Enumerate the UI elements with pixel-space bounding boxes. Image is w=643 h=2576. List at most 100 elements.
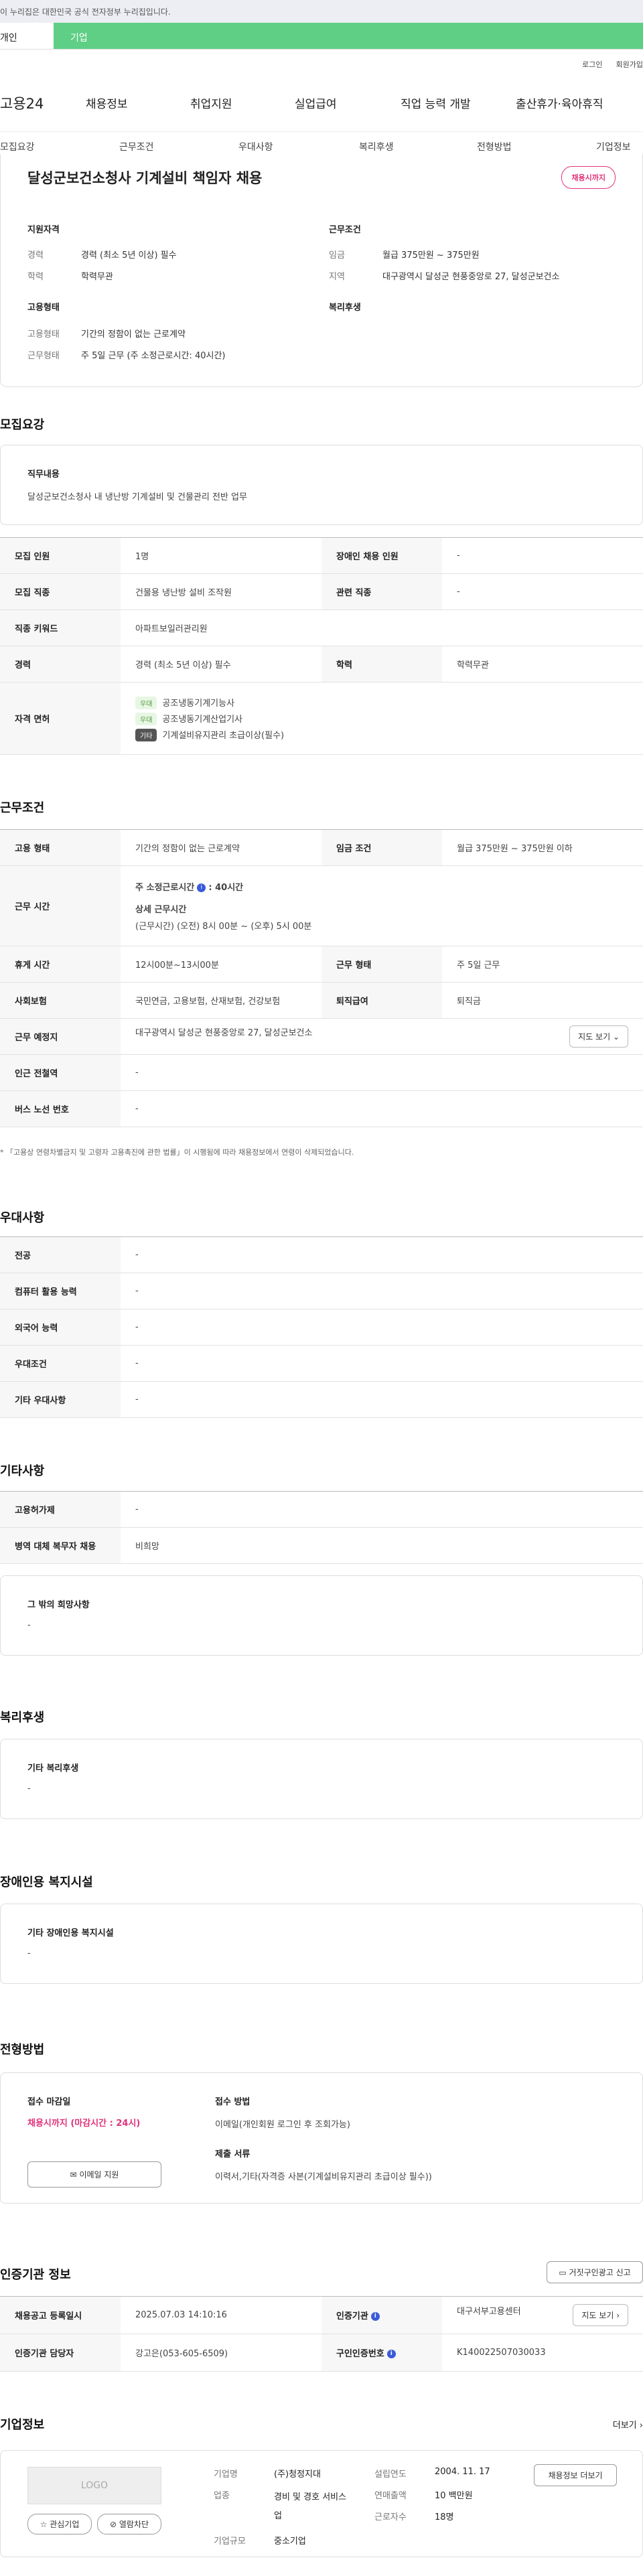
info-icon[interactable]: i — [370, 2312, 380, 2321]
docs-value: 이력서,기타(자격증 사본(기계설비유지관리 초급이상 필수)) — [215, 2172, 432, 2182]
map-button[interactable]: 지도 보기 ⌄ — [569, 1025, 628, 1048]
cell-key: 장애인 채용 인원 — [322, 537, 442, 574]
cell-key: 병역 대체 복무자 채용 — [0, 1527, 121, 1564]
info-icon[interactable]: i — [197, 883, 206, 892]
company-logo: LOGO — [27, 2467, 161, 2504]
info-icon[interactable]: i — [386, 2350, 396, 2358]
cell-value: - — [121, 1491, 643, 1528]
job-title: 달성군보건소청사 기계설비 책임자 채용 — [27, 170, 263, 186]
summary-welfare-heading: 복리후생 — [329, 303, 361, 313]
doc-icon: ▭ — [559, 2268, 567, 2277]
company-est-value: 2004. 11. 17 — [435, 2467, 490, 2477]
cell-value: 기간의 정함이 없는 근로계약 — [121, 829, 322, 866]
summary-worktype-key: 근무형태 — [27, 351, 60, 361]
method-heading: 접수 방법 — [215, 2097, 251, 2107]
cell-value: - — [121, 1090, 643, 1127]
email-apply-button[interactable]: ✉ 이메일 지원 — [27, 2161, 161, 2188]
gnb-item-leave[interactable]: 출산휴가·육아휴직 — [516, 94, 603, 111]
cell-value: 월급 375만원 ~ 375만원 이하 — [442, 829, 643, 866]
table-row: 전공 - — [0, 1236, 643, 1273]
cell-value: - — [121, 1236, 643, 1273]
cell-value: 강고은(053-605-6509) — [121, 2334, 322, 2372]
table-row: 근무 시간 주 소정근로시간 i : 40시간 상세 근무시간 (근무시간) (오… — [0, 865, 643, 946]
gnb-item-jobs[interactable]: 채용정보 — [86, 94, 128, 111]
gnb-item-support[interactable]: 취업지원 — [190, 94, 232, 111]
table-row: 경력 경력 (최소 5년 이상) 필수 학력 학력무관 — [0, 646, 643, 683]
subnav-pref[interactable]: 우대사항 — [238, 140, 273, 153]
cell-value: - — [442, 573, 643, 610]
welfare-box: 기타 복리후생 - — [0, 1739, 643, 1819]
company-size-value: 중소기업 — [274, 2536, 306, 2547]
cert-table: 채용공고 등록일시 2025.07.03 14:10:16 인증기관 i 대구서부… — [0, 2296, 643, 2372]
summary-wage-key: 임금 — [329, 251, 345, 261]
site-logo[interactable]: 고용24 — [0, 93, 44, 113]
cell-key: 채용공고 등록일시 — [0, 2296, 121, 2334]
cell-value: 학력무관 — [442, 646, 643, 683]
cert-map-button[interactable]: 지도 보기 › — [573, 2304, 628, 2326]
cell-key: 근무 예정지 — [0, 1018, 121, 1055]
cell-value: 비희망 — [121, 1527, 643, 1564]
duty-box: 직무내용 달성군보건소청사 내 냉난방 기계설비 및 건물관리 전반 업무 — [0, 445, 643, 525]
user-tabs: 개인 기업 — [0, 23, 643, 50]
block-company-button[interactable]: ⊘ 열람차단 — [97, 2514, 161, 2534]
pref-title: 우대사항 — [0, 1211, 45, 1225]
subnav-recruit[interactable]: 모집요강 — [0, 140, 35, 153]
cell-value: 12시00분~13시00분 — [121, 946, 322, 983]
gov-banner: 이 누리집은 대한민국 공식 전자정부 누리집입니다. — [0, 0, 643, 23]
table-row: 인근 전철역 - — [0, 1054, 643, 1091]
tab-org[interactable]: 기업 — [54, 23, 643, 49]
cell-value: - — [121, 1345, 643, 1382]
company-more-link[interactable]: 더보기 › — [613, 2418, 643, 2431]
tab-person[interactable]: 개인 — [0, 23, 54, 49]
subnav-company[interactable]: 기업정보 — [596, 140, 631, 153]
company-jobs-button[interactable]: 채용정보 더보기 — [534, 2464, 617, 2486]
star-icon: ☆ — [40, 2520, 48, 2529]
cell-key: 근무 형태 — [322, 946, 442, 983]
fav-company-button[interactable]: ☆ 관심기업 — [27, 2514, 92, 2534]
summary-edu-key: 학력 — [27, 272, 44, 282]
cell-key: 전공 — [0, 1236, 121, 1273]
cell-key: 경력 — [0, 646, 121, 683]
detail-heading: 상세 근무시간 — [135, 905, 187, 915]
table-row: 휴게 시간 12시00분~13시00분 근무 형태 주 5일 근무 — [0, 946, 643, 983]
table-row: 기타 우대사항 - — [0, 1381, 643, 1418]
disab-box: 기타 장애인용 복지시설 - — [0, 1904, 643, 1984]
summary-worktype-value: 주 5일 근무 (주 소정근로시간: 40시간) — [81, 351, 226, 361]
docs-heading: 제출 서류 — [215, 2149, 251, 2159]
subnav-welfare[interactable]: 복리후생 — [359, 140, 394, 153]
summary-edu-value: 학력무관 — [81, 272, 113, 282]
report-button[interactable]: ▭ 거짓구인광고 신고 — [547, 2261, 643, 2283]
join-link[interactable]: 회원가입 — [616, 59, 643, 70]
gnb-item-training[interactable]: 직업 능력 개발 — [401, 94, 471, 111]
gnb-item-benefits[interactable]: 실업급여 — [295, 94, 337, 111]
license-name: 공조냉동기계산업기사 — [162, 714, 243, 725]
org-value: 대구서부고용센터 — [457, 2307, 521, 2317]
login-link[interactable]: 로그인 — [582, 59, 602, 70]
cell-key: 버스 노선 번호 — [0, 1090, 121, 1127]
disab-value: - — [27, 1948, 31, 1958]
company-est-key: 설립연도 — [374, 2470, 407, 2480]
table-row: 고용 형태 기간의 정함이 없는 근로계약 임금 조건 월급 375만원 ~ 3… — [0, 829, 643, 866]
other-heading: 그 밖의 희망사항 — [27, 1600, 90, 1610]
cell-key: 모집 직종 — [0, 573, 121, 610]
age-note: * 「고용상 연령차별금지 및 고령자 고용촉진에 관한 법률」이 시행됨에 따… — [0, 1148, 354, 1157]
welfare-title: 복리후생 — [0, 1711, 45, 1725]
table-row: 고용허가제 - — [0, 1491, 643, 1528]
cell-key: 관련 직종 — [322, 573, 442, 610]
recruit-table: 모집 인원 1명 장애인 채용 인원 - 모집 직종 건물용 냉난방 설비 조작… — [0, 537, 643, 755]
company-name-value: (주)청정지대 — [274, 2470, 321, 2480]
subnav-process[interactable]: 전형방법 — [477, 140, 512, 153]
table-row: 근무 예정지 대구광역시 달성군 현풍중앙로 27, 달성군보건소 지도 보기 ⌄ — [0, 1018, 643, 1055]
cell-value: 건물용 냉난방 설비 조작원 — [121, 573, 322, 610]
duty-value: 달성군보건소청사 내 냉난방 기계설비 및 건물관리 전반 업무 — [27, 492, 247, 502]
subnav-conditions[interactable]: 근무조건 — [119, 140, 154, 153]
hours-heading: 주 소정근로시간 — [135, 883, 195, 893]
license-chip: 우대 — [135, 696, 157, 709]
company-size-key: 기업규모 — [214, 2536, 246, 2547]
disab-heading: 기타 장애인용 복지시설 — [27, 1928, 114, 1938]
cell-key: 인증기관 i — [322, 2296, 442, 2334]
status-badge: 채용시까지 — [561, 166, 616, 189]
deadline-value: 채용시까지 (마감시간 : 24시) — [27, 2119, 141, 2129]
license-chip: 기타 — [135, 728, 157, 741]
place-cell: 대구광역시 달성군 현풍중앙로 27, 달성군보건소 지도 보기 ⌄ — [121, 1018, 643, 1055]
